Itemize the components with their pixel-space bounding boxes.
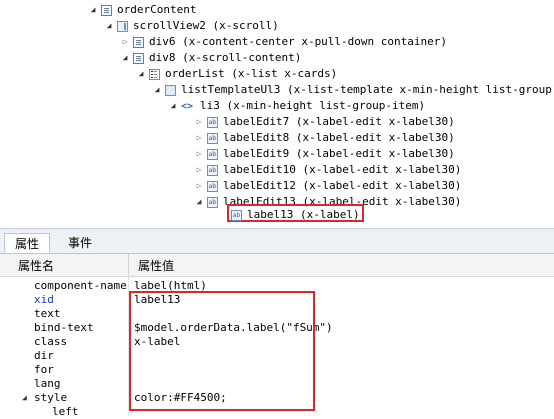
collapse-arrow-icon[interactable]: ◢ — [88, 2, 98, 18]
tree-node-div6[interactable]: ▷ div6 (x-content-center x-pull-down con… — [120, 34, 447, 50]
property-name: dir — [34, 349, 54, 362]
expand-arrow-icon[interactable]: ▷ — [194, 130, 204, 146]
expand-arrow-icon[interactable]: ▷ — [194, 146, 204, 162]
label-edit-icon: ab — [207, 132, 218, 144]
property-name: text — [34, 307, 61, 320]
tree-node-orderlist[interactable]: ◢ orderList (x-list x-cards) — [136, 66, 338, 82]
div-icon — [133, 36, 144, 48]
scroll-view-icon — [117, 20, 128, 32]
collapse-arrow-icon[interactable]: ◢ — [136, 66, 146, 82]
column-header-name[interactable]: 属性名 — [18, 257, 54, 274]
tree-node-label: orderContent — [117, 3, 197, 16]
column-header-value[interactable]: 属性值 — [138, 257, 174, 274]
collapse-arrow-icon[interactable]: ◢ — [22, 391, 27, 405]
properties-tab-bar: 属性 事件 — [0, 231, 554, 254]
tab-properties[interactable]: 属性 — [4, 233, 51, 253]
expand-arrow-icon[interactable]: ▷ — [194, 114, 204, 130]
tree-node-li3[interactable]: ◢ <> li3 (x-min-height list-group-item) — [168, 98, 426, 114]
expand-arrow-icon[interactable]: ▷ — [194, 178, 204, 194]
tree-node-label: orderList (x-list x-cards) — [165, 67, 338, 80]
label-edit-icon: ab — [207, 164, 218, 176]
property-name: bind-text — [34, 321, 94, 334]
expand-arrow-icon[interactable]: ▷ — [194, 162, 204, 178]
list-icon — [149, 68, 160, 80]
label-edit-icon: ab — [207, 180, 218, 192]
tree-node-label: labelEdit8 (x-label-edit x-label30) — [223, 131, 455, 144]
tree-node-label: li3 (x-min-height list-group-item) — [200, 99, 426, 112]
tree-node-label: labelEdit9 (x-label-edit x-label30) — [223, 147, 455, 160]
properties-header: 属性名 属性值 — [0, 254, 554, 277]
collapse-arrow-icon[interactable]: ◢ — [194, 194, 204, 210]
tree-node-label: div6 (x-content-center x-pull-down conta… — [149, 35, 448, 48]
property-name: lang — [34, 377, 61, 390]
collapse-arrow-icon[interactable]: ◢ — [168, 98, 178, 114]
collapse-arrow-icon[interactable]: ◢ — [120, 50, 130, 66]
tree-node-label: div8 (x-scroll-content) — [149, 51, 302, 64]
property-name: style — [34, 391, 68, 404]
property-name: for — [34, 363, 54, 376]
label-edit-icon: ab — [207, 148, 218, 160]
expand-arrow-icon[interactable]: ▷ — [120, 34, 130, 50]
tree-node-labeledit10[interactable]: ▷ ab labelEdit10 (x-label-edit x-label30… — [194, 162, 462, 178]
tree-node-div8[interactable]: ◢ div8 (x-scroll-content) — [120, 50, 302, 66]
collapse-arrow-icon[interactable]: ◢ — [152, 82, 162, 98]
template-icon — [165, 84, 176, 96]
outline-tree: ◢ orderContent ◢ scrollView2 (x-scroll) … — [0, 0, 554, 228]
code-tag-icon: <> — [181, 100, 194, 112]
tab-events[interactable]: 事件 — [58, 233, 102, 253]
column-divider[interactable] — [128, 254, 129, 276]
tree-node-label: labelEdit7 (x-label-edit x-label30) — [223, 115, 455, 128]
tree-node-labeledit12[interactable]: ▷ ab labelEdit12 (x-label-edit x-label30… — [194, 178, 462, 194]
div-box-icon — [101, 4, 112, 16]
property-name: component-name — [34, 279, 127, 292]
collapse-arrow-icon[interactable]: ◢ — [104, 18, 114, 34]
property-name: class — [34, 335, 68, 348]
tree-node-label13[interactable]: ab label13 (x-label) — [231, 207, 360, 223]
tree-node-labeledit8[interactable]: ▷ ab labelEdit8 (x-label-edit x-label30) — [194, 130, 455, 146]
value-highlight-box — [129, 291, 315, 411]
tree-node-labeledit9[interactable]: ▷ ab labelEdit9 (x-label-edit x-label30) — [194, 146, 455, 162]
property-name: xid — [34, 293, 54, 306]
tree-node-label: listTemplateUl3 (x-list-template x-min-h… — [181, 83, 554, 96]
label-edit-icon: ab — [207, 116, 218, 128]
tree-node-label: scrollView2 (x-scroll) — [133, 19, 279, 32]
tree-node-label: labelEdit10 (x-label-edit x-label30) — [223, 163, 462, 176]
div-icon — [133, 52, 144, 64]
tree-node-listtemplateul3[interactable]: ◢ listTemplateUl3 (x-list-template x-min… — [152, 82, 554, 98]
property-name: left — [52, 405, 79, 418]
tree-node-label: labelEdit12 (x-label-edit x-label30) — [223, 179, 462, 192]
label-edit-icon: ab — [207, 196, 218, 208]
tree-node-label: label13 (x-label) — [247, 208, 360, 221]
label-icon: ab — [231, 209, 242, 221]
tree-node-labeledit7[interactable]: ▷ ab labelEdit7 (x-label-edit x-label30) — [194, 114, 455, 130]
tree-node-scrollview2[interactable]: ◢ scrollView2 (x-scroll) — [104, 18, 279, 34]
tree-node-ordercontent[interactable]: ◢ orderContent — [88, 2, 197, 18]
